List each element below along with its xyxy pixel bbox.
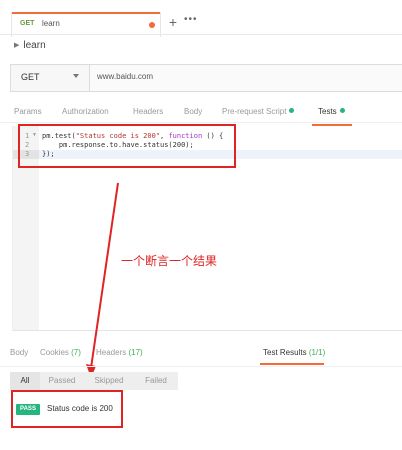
- new-tab-button[interactable]: +: [167, 14, 179, 30]
- filter-all[interactable]: All: [10, 372, 40, 390]
- request-tab-method: GET: [20, 20, 35, 27]
- divider: [0, 122, 402, 123]
- tab-pre-request-script-label: Pre-request Script: [222, 107, 287, 116]
- tab-headers[interactable]: Headers: [133, 107, 163, 116]
- tab-headers-count: (17): [128, 348, 143, 357]
- response-tabs: Body Cookies (7) Headers (17) Test Resul…: [0, 346, 402, 365]
- tab-options-button[interactable]: •••: [184, 14, 198, 25]
- tab-tests[interactable]: Tests: [318, 107, 345, 116]
- filter-failed[interactable]: Failed: [134, 372, 178, 390]
- caret-right-icon: ▶: [14, 42, 20, 49]
- tab-test-results-count: (1/1): [308, 348, 326, 357]
- tab-test-results-label: Test Results: [263, 348, 307, 357]
- tab-tests-label: Tests: [318, 107, 337, 116]
- request-bar: GET www.baidu.com: [10, 64, 402, 92]
- indicator-dot-icon: [339, 108, 345, 113]
- tab-cookies-count: (7): [71, 348, 81, 357]
- tab-authorization[interactable]: Authorization: [62, 107, 109, 116]
- request-tab-name: learn: [42, 19, 60, 28]
- tab-response-body[interactable]: Body: [10, 348, 28, 357]
- annotation-text: 一个断言一个结果: [121, 254, 218, 268]
- request-tab-bar: GET learn + •••: [0, 0, 402, 37]
- filter-passed[interactable]: Passed: [40, 372, 84, 390]
- indicator-dot-icon: [289, 108, 295, 113]
- tab-params[interactable]: Params: [14, 107, 42, 116]
- tab-body[interactable]: Body: [184, 107, 202, 116]
- tab-pre-request-script[interactable]: Pre-request Script: [222, 107, 295, 116]
- active-tab-indicator: [260, 363, 324, 365]
- filter-skipped[interactable]: Skipped: [84, 372, 134, 390]
- postman-window: GET learn + ••• ▶ learn GET www.baidu.com…: [0, 0, 402, 450]
- url-input[interactable]: www.baidu.com: [97, 72, 153, 81]
- collection-breadcrumb[interactable]: ▶ learn: [14, 40, 46, 56]
- result-highlight-box: [11, 390, 123, 428]
- divider: [0, 366, 402, 367]
- tab-cookies-label: Cookies: [40, 348, 69, 357]
- collection-name: learn: [23, 40, 46, 51]
- tab-headers-label: Headers: [96, 348, 127, 357]
- code-highlight-box: [18, 124, 236, 168]
- tab-cookies[interactable]: Cookies (7): [40, 348, 81, 357]
- tab-test-results[interactable]: Test Results (1/1): [263, 348, 325, 357]
- method-select[interactable]: GET: [11, 65, 90, 91]
- chevron-down-icon: [73, 74, 79, 78]
- request-tabs: Params Authorization Headers Body Pre-re…: [0, 104, 402, 126]
- unsaved-dot-icon: [149, 22, 155, 28]
- method-value: GET: [21, 72, 40, 82]
- tab-response-headers[interactable]: Headers (17): [96, 348, 143, 357]
- result-filter-group: All Passed Skipped Failed: [10, 372, 178, 390]
- divider: [0, 34, 402, 35]
